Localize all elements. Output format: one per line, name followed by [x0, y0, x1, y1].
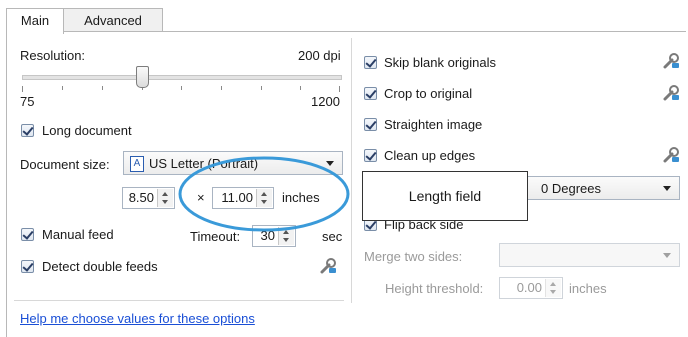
- long-document-label: Long document: [42, 123, 132, 138]
- slider-max-label: 1200: [311, 94, 340, 109]
- document-size-label: Document size:: [20, 157, 110, 172]
- chevron-down-icon: [663, 253, 671, 258]
- skip-blank-checkbox[interactable]: [364, 56, 377, 69]
- wrench-icon[interactable]: [662, 84, 680, 102]
- tab-advanced[interactable]: Advanced: [63, 8, 163, 32]
- long-document-checkbox[interactable]: [21, 124, 34, 137]
- skip-blank-label: Skip blank originals: [384, 55, 497, 70]
- height-threshold-label: Height threshold:: [385, 281, 484, 296]
- detect-double-feeds-label: Detect double feeds: [42, 259, 158, 274]
- straighten-label: Straighten image: [384, 117, 483, 132]
- height-threshold-value: 0.00: [516, 280, 542, 295]
- slider-min-label: 75: [20, 94, 35, 109]
- merge-dropdown[interactable]: [499, 243, 680, 267]
- wrench-icon[interactable]: [319, 257, 337, 275]
- wrench-icon[interactable]: [662, 52, 680, 70]
- width-value: 8.50: [128, 190, 154, 205]
- slider-track: [22, 75, 342, 80]
- rotation-value: 0 Degrees: [541, 181, 601, 196]
- crop-label: Crop to original: [384, 86, 473, 101]
- merge-label: Merge two sides:: [364, 249, 463, 264]
- height-units: inches: [569, 281, 607, 296]
- detect-double-feeds-checkbox[interactable]: [21, 260, 34, 273]
- crop-checkbox[interactable]: [364, 87, 377, 100]
- slider-ticks: [22, 86, 340, 92]
- slider-thumb[interactable]: [136, 66, 149, 88]
- tab-advanced-label: Advanced: [84, 13, 142, 28]
- resolution-value: 200 dpi: [298, 48, 341, 63]
- help-link[interactable]: Help me choose values for these options: [20, 311, 255, 326]
- length-field-callout: Length field: [362, 171, 528, 221]
- straighten-checkbox[interactable]: [364, 118, 377, 131]
- resolution-slider[interactable]: [20, 64, 342, 100]
- manual-feed-label: Manual feed: [42, 227, 114, 242]
- clean-edges-label: Clean up edges: [384, 148, 476, 163]
- tab-main[interactable]: Main: [6, 8, 64, 34]
- tab-main-label: Main: [20, 13, 50, 28]
- height-threshold-stepper[interactable]: [545, 279, 561, 297]
- clean-edges-checkbox[interactable]: [364, 149, 377, 162]
- bottom-separator: [14, 300, 344, 301]
- height-threshold-field[interactable]: 0.00: [499, 277, 563, 299]
- callout-text: Length field: [408, 188, 482, 204]
- manual-feed-checkbox[interactable]: [21, 228, 34, 241]
- document-icon: A: [130, 156, 144, 172]
- width-field[interactable]: 8.50: [122, 187, 175, 209]
- wrench-icon[interactable]: [662, 146, 680, 164]
- highlight-oval: [178, 156, 350, 232]
- chevron-down-icon: [663, 186, 671, 191]
- resolution-label: Resolution:: [20, 48, 86, 63]
